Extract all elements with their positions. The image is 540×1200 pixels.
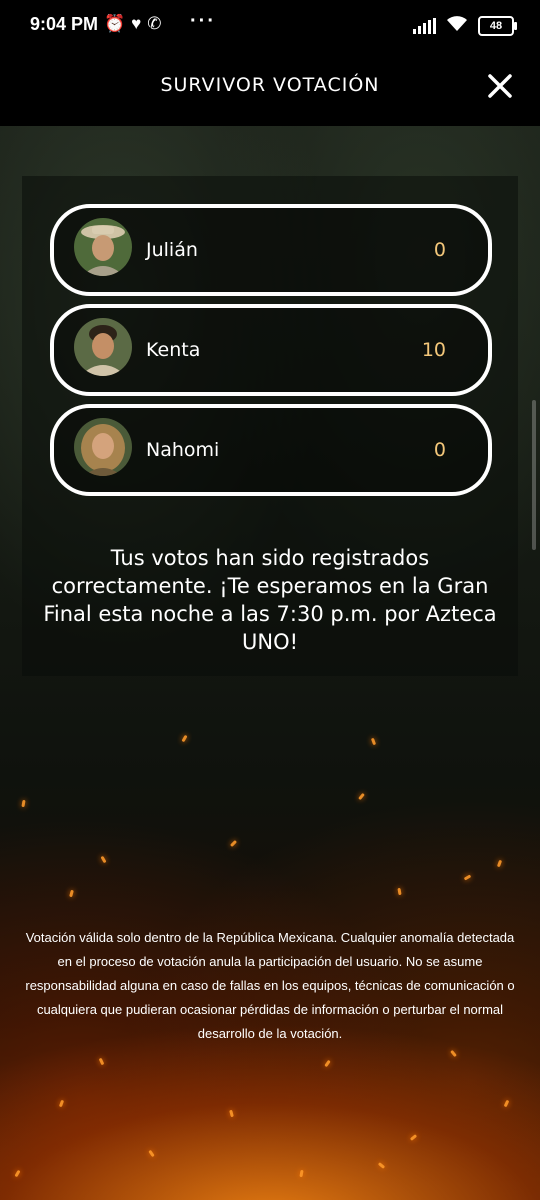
close-icon	[488, 74, 512, 98]
avatar	[74, 318, 132, 376]
more-notifications-icon: ···	[190, 10, 216, 32]
status-time: 9:04 PM	[30, 14, 99, 34]
candidate-name: Nahomi	[146, 439, 220, 461]
whatsapp-icon: ✆	[147, 14, 168, 33]
candidate-votes: 10	[421, 339, 446, 361]
signal-icon	[413, 17, 436, 34]
candidate-card-julian[interactable]: Julián 0	[50, 204, 492, 296]
status-bar: 9:04 PM ⏰♥✆ ··· 48	[0, 0, 540, 52]
scrollbar[interactable]	[532, 400, 536, 550]
legal-disclaimer: Votación válida solo dentro de la Repúbl…	[25, 930, 515, 1041]
candidate-votes: 0	[433, 439, 446, 461]
candidate-name: Kenta	[146, 339, 201, 361]
candidate-votes: 0	[433, 239, 446, 261]
confirmation-message: Tus votos han sido registrados correctam…	[43, 546, 497, 654]
candidate-card-kenta[interactable]: Kenta 10	[50, 304, 492, 396]
candidate-name: Julián	[146, 239, 198, 261]
avatar	[74, 418, 132, 476]
battery-icon: 48	[478, 15, 517, 36]
heart-icon: ♥	[131, 14, 148, 33]
close-button[interactable]	[482, 68, 518, 104]
avatar	[74, 218, 132, 276]
page-title: SURVIVOR VOTACIÓN	[160, 74, 380, 96]
notification-icons: ⏰♥✆	[104, 14, 168, 34]
alarm-icon: ⏰	[104, 14, 132, 33]
wifi-icon	[446, 14, 468, 37]
status-right-icons: 48	[413, 14, 517, 37]
candidate-card-nahomi[interactable]: Nahomi 0	[50, 404, 492, 496]
app-header: SURVIVOR VOTACIÓN	[0, 52, 540, 126]
